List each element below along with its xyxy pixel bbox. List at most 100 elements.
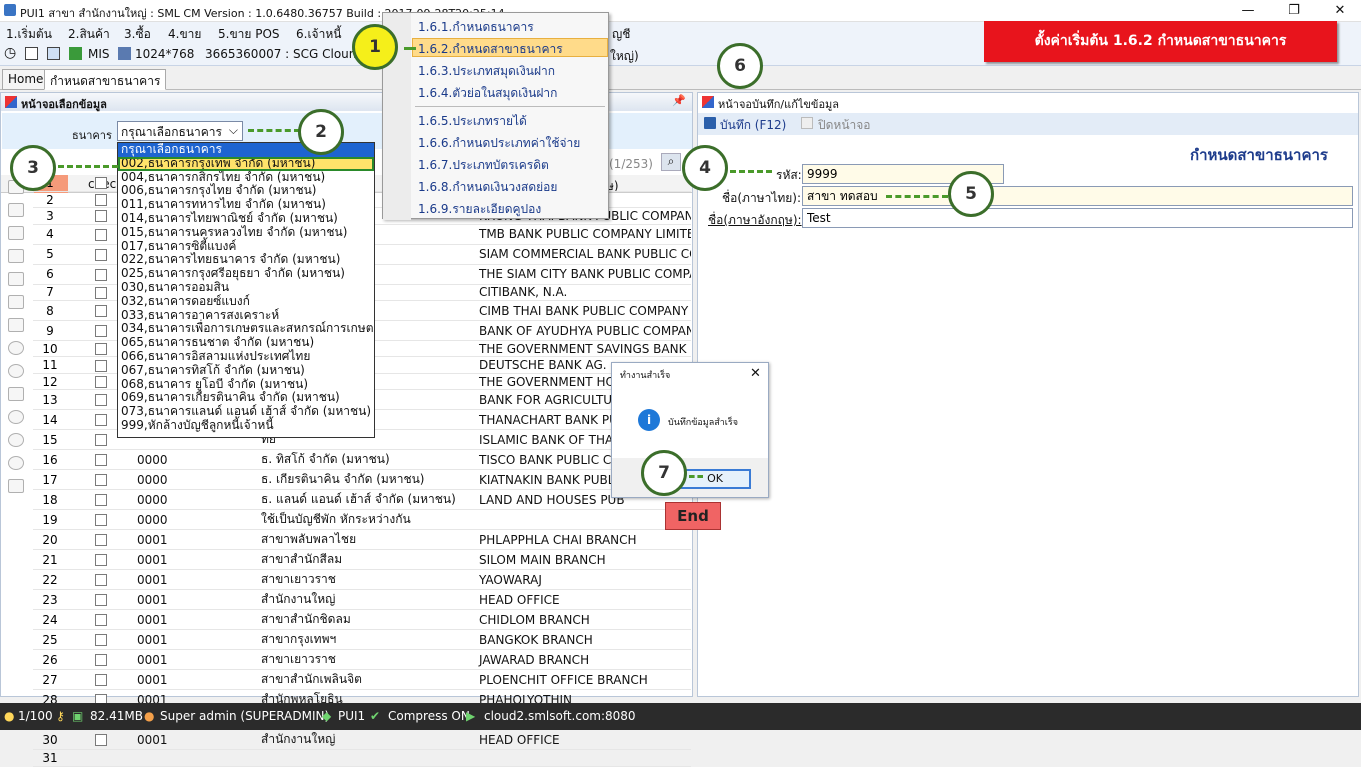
export-icon[interactable]	[8, 295, 24, 309]
row-checkbox[interactable]	[67, 449, 135, 471]
bank-dropdown-list[interactable]: กรุณาเลือกธนาคาร 002,ธนาคารกรุงเทพ จำกัด …	[117, 142, 375, 438]
dropdown-option[interactable]: 999,หักล้างบัญชีลูกหนี้เจ้าหนี้	[118, 418, 374, 433]
more-icon[interactable]	[8, 387, 24, 401]
checkbox[interactable]	[95, 177, 107, 190]
copy-icon[interactable]	[8, 272, 24, 286]
checkbox[interactable]	[95, 554, 107, 567]
table-row[interactable]: 30 0001 สำนักงานใหญ่ HEAD OFFICE	[33, 729, 691, 751]
menu-item-bank-branch[interactable]: 1.6.2.กำหนดสาขาธนาคาร	[418, 40, 563, 59]
row-checkbox[interactable]	[67, 609, 135, 631]
table-row[interactable]: 25 0001 สาขากรุงเทพฯ BANGKOK BRANCH	[33, 629, 691, 651]
tab-home[interactable]: Home	[2, 69, 50, 90]
menu-item-coupon[interactable]: 1.6.9.รายละเอียดคูปอง	[418, 200, 541, 219]
dropdown-option[interactable]: 069,ธนาคารเกียรตินาคิน จำกัด (มหาชน)	[118, 391, 374, 405]
menu-item-deposit-type[interactable]: 1.6.3.ประเภทสมุดเงินฝาก	[418, 62, 555, 81]
row-checkbox[interactable]	[67, 489, 135, 511]
row-checkbox[interactable]	[67, 469, 135, 491]
checkbox[interactable]	[95, 359, 107, 372]
delete-icon[interactable]	[8, 479, 24, 493]
row-checkbox[interactable]	[67, 549, 135, 571]
table-row[interactable]: 23 0001 สำนักงานใหญ่ HEAD OFFICE	[33, 589, 691, 611]
forward-icon[interactable]	[8, 364, 24, 378]
row-checkbox[interactable]	[67, 749, 135, 767]
dropdown-option[interactable]: 065,ธนาคารธนชาต จำกัด (มหาชน)	[118, 336, 374, 350]
dialog-close-icon[interactable]: ✕	[750, 366, 761, 381]
table-row[interactable]: 24 0001 สาขาสำนักชิดลม CHIDLOM BRANCH	[33, 609, 691, 631]
checkbox[interactable]	[95, 674, 107, 687]
table-row[interactable]: 19 0000 ใช้เป็นบัญชีพัก หักระหว่างกัน	[33, 509, 691, 531]
calculator-icon[interactable]	[47, 47, 60, 60]
dropdown-option[interactable]: 030,ธนาคารออมสิน	[118, 280, 374, 295]
row-checkbox[interactable]	[67, 629, 135, 651]
row-checkbox[interactable]	[67, 529, 135, 551]
dropdown-option[interactable]: 002,ธนาคารกรุงเทพ จำกัด (มหาชน)	[118, 156, 374, 171]
menu-item-income-type[interactable]: 1.6.5.ประเภทรายได้	[418, 112, 527, 131]
row-checkbox[interactable]	[67, 569, 135, 591]
dropdown-option[interactable]: 004,ธนาคารกสิกรไทย จำกัด (มหาชน)	[118, 170, 374, 185]
dropdown-option[interactable]: 022,ธนาคารไทยธนาคาร จำกัด (มหาชน)	[118, 253, 374, 267]
mis-label[interactable]: MIS	[88, 47, 110, 61]
name-en-input[interactable]	[802, 208, 1353, 228]
row-checkbox[interactable]	[67, 729, 135, 751]
table-row[interactable]: 17 0000 ธ. เกียรตินาคิน จำกัด (มหาชน) KIATN…	[33, 469, 691, 491]
table-row[interactable]: 18 0000 ธ. แลนด์ แอนด์ เฮ้าส์ จำกัด (มหาชน…	[33, 489, 691, 511]
down-icon[interactable]	[8, 433, 24, 447]
table-row[interactable]: 22 0001 สาขาเยาวราช YAOWARAJ	[33, 569, 691, 591]
checkbox[interactable]	[95, 268, 107, 281]
checkbox[interactable]	[95, 594, 107, 607]
checkbox[interactable]	[95, 228, 107, 241]
table-row[interactable]: 26 0001 สาขาเยาวราช JAWARAD BRANCH	[33, 649, 691, 671]
table-icon[interactable]	[8, 318, 24, 332]
row-checkbox[interactable]	[67, 509, 135, 531]
checkbox[interactable]	[95, 634, 107, 647]
checkbox[interactable]	[95, 343, 107, 356]
tab-bank-branch[interactable]: กำหนดสาขาธนาคาร	[44, 69, 167, 90]
check-icon[interactable]	[8, 226, 24, 240]
checkbox[interactable]	[95, 394, 107, 407]
minimize-button[interactable]: —	[1225, 0, 1271, 22]
search-icon[interactable]: ⌕	[661, 153, 681, 171]
dropdown-option[interactable]: 067,ธนาคารทิสโก้ จำกัด (มหาชน)	[118, 363, 374, 378]
back-icon[interactable]	[8, 341, 24, 355]
checkbox[interactable]	[95, 734, 107, 747]
checkbox[interactable]	[95, 325, 107, 338]
dropdown-option[interactable]: 011,ธนาคารทหารไทย จำกัด (มหาชน)	[118, 198, 374, 212]
table-row[interactable]: 20 0001 สาขาพลับพลาไชย PHLAPPHLA CHAI BRANC…	[33, 529, 691, 551]
up-icon[interactable]	[8, 410, 24, 424]
checkbox[interactable]	[95, 414, 107, 427]
dropdown-option[interactable]: 032,ธนาคารดอยซ์แบงก์	[118, 294, 374, 309]
checkbox[interactable]	[95, 194, 107, 207]
table-row[interactable]: 31	[33, 749, 691, 767]
ok-button[interactable]: OK	[679, 469, 751, 489]
table-row[interactable]: 27 0001 สาขาสำนักเพลินจิต PLOENCHIT OFFICE …	[33, 669, 691, 691]
maximize-button[interactable]: ❐	[1271, 0, 1317, 22]
dropdown-option[interactable]: 006,ธนาคารกรุงไทย จำกัด (มหาชน)	[118, 184, 374, 198]
row-checkbox[interactable]	[67, 589, 135, 611]
dropdown-option[interactable]: 025,ธนาคารกรุงศรีอยุธยา จำกัด (มหาชน)	[118, 267, 374, 281]
table-row[interactable]: 21 0001 สาขาสำนักสีลม SILOM MAIN BRANCH	[33, 549, 691, 571]
checkbox[interactable]	[95, 434, 107, 447]
clock-icon[interactable]: ◷	[4, 45, 16, 61]
checkbox[interactable]	[95, 474, 107, 487]
table-row[interactable]: 16 0000 ธ. ทิสโก้ จำกัด (มหาชน) TISCO BANK …	[33, 449, 691, 471]
help-icon[interactable]	[8, 456, 24, 470]
checkbox[interactable]	[95, 514, 107, 527]
menu-item-bank[interactable]: 1.6.1.กำหนดธนาคาร	[418, 18, 534, 37]
checkbox[interactable]	[95, 614, 107, 627]
save-button[interactable]: บันทึก (F12)	[720, 116, 786, 135]
doc-icon[interactable]	[8, 249, 24, 263]
row-checkbox[interactable]	[67, 669, 135, 691]
menu-item-expense-type[interactable]: 1.6.6.กำหนดประเภทค่าใช้จ่าย	[418, 134, 580, 153]
menu-item-deposit-abbr[interactable]: 1.6.4.ตัวย่อในสมุดเงินฝาก	[418, 84, 557, 103]
pin-icon[interactable]: 📌	[672, 94, 686, 107]
dropdown-option[interactable]: 017,ธนาคารซิตี้แบงค์	[118, 239, 374, 254]
checkbox[interactable]	[95, 376, 107, 389]
dropdown-option[interactable]: 068,ธนาคาร ยูโอบี จำกัด (มหาชน)	[118, 377, 374, 392]
dropdown-option[interactable]: 014,ธนาคารไทยพาณิชย์ จำกัด (มหาชน)	[118, 211, 374, 226]
checkbox[interactable]	[95, 454, 107, 467]
close-button[interactable]: ✕	[1317, 0, 1361, 22]
window-icon[interactable]	[25, 47, 38, 60]
checkbox[interactable]	[95, 286, 107, 299]
menu-item-petty-cash[interactable]: 1.6.8.กำหนดเงินวงสดย่อย	[418, 178, 557, 197]
dropdown-option[interactable]: 034,ธนาคารเพื่อการเกษตรและสหกรณ์การเกษตร	[118, 322, 374, 336]
